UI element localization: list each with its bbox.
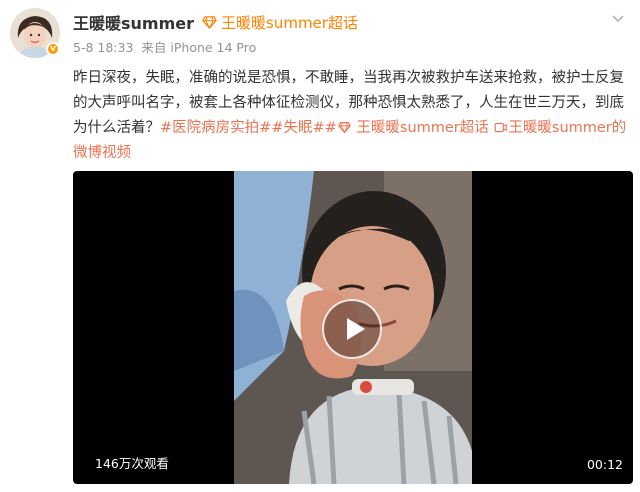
video-view-count: 146万次观看	[95, 456, 169, 471]
supertopic-inline-link[interactable]: # 王暖暖summer超话	[325, 120, 489, 136]
verified-badge: v	[46, 42, 60, 56]
chevron-down-icon[interactable]	[610, 10, 626, 26]
post-body: 昨日深夜，失眠，准确的说是恐惧，不敢睡，当我再次被救护车送来抢救，被护士反复的大…	[73, 66, 629, 166]
hashtag-hospital[interactable]: #医院病房实拍#	[160, 120, 271, 136]
username-link[interactable]: 王暖暖summer	[73, 10, 194, 34]
video-duration: 00:12	[586, 457, 623, 472]
video-link-icon	[495, 122, 508, 133]
diamond-icon	[202, 15, 217, 29]
post-timestamp[interactable]: 5-8 18:33	[73, 40, 133, 55]
diamond-icon	[338, 122, 351, 134]
supertopic-link[interactable]: 王暖暖summer超话	[202, 12, 358, 33]
play-icon[interactable]	[322, 299, 382, 359]
post-header: 王暖暖summer 王暖暖summer超话	[73, 10, 358, 34]
hashtag-insomnia[interactable]: #失眠#	[271, 120, 324, 136]
video-player[interactable]: 146万次观看 00:12	[73, 171, 633, 484]
supertopic-inline-label: 王暖暖summer超话	[356, 120, 489, 136]
weibo-post: v 王暖暖summer 王暖暖summer超话 5-8 18:33 来自 iPh…	[0, 0, 640, 492]
post-meta: 5-8 18:33 来自 iPhone 14 Pro	[73, 37, 260, 56]
post-source: 来自 iPhone 14 Pro	[141, 40, 257, 55]
supertopic-label: 王暖暖summer超话	[221, 13, 358, 32]
